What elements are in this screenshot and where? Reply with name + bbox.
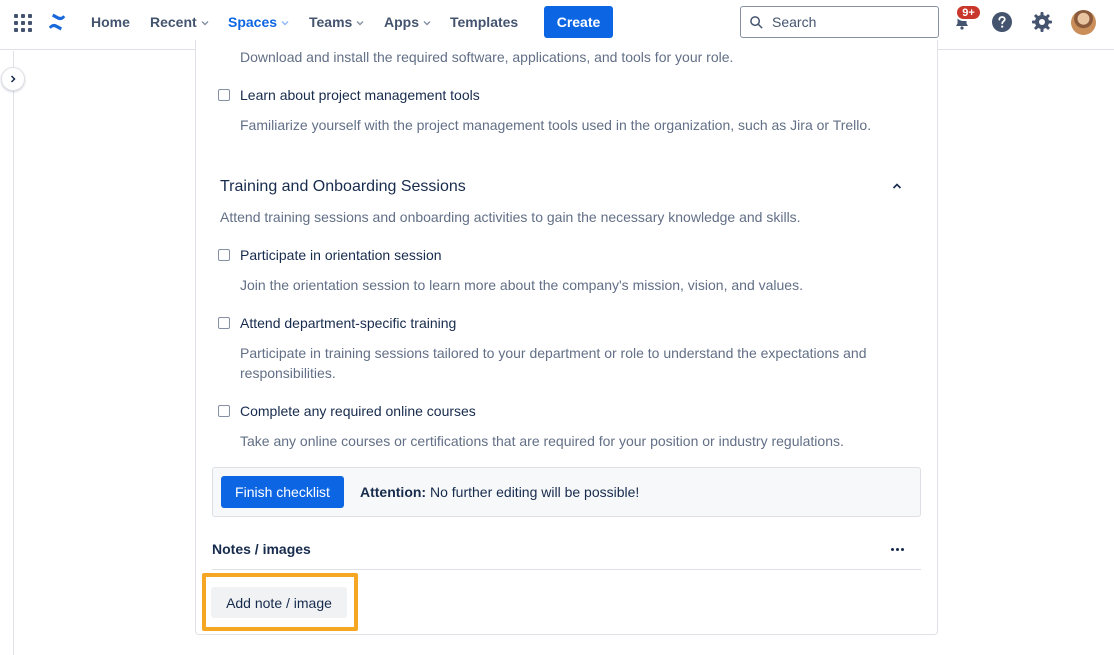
nav-templates-label: Templates xyxy=(450,14,519,30)
nav-apps[interactable]: Apps xyxy=(384,0,432,44)
nav-spaces-label: Spaces xyxy=(228,14,278,30)
divider xyxy=(212,569,921,570)
checklist-item-description: Join the orientation session to learn mo… xyxy=(240,277,803,293)
checkbox[interactable] xyxy=(218,405,230,417)
notification-count-badge: 9+ xyxy=(955,4,982,21)
chevron-down-icon xyxy=(423,20,431,25)
create-button[interactable]: Create xyxy=(544,6,613,38)
checklist-item-label: Attend department-specific training xyxy=(240,315,457,331)
search-input[interactable] xyxy=(772,14,922,30)
chevron-right-icon xyxy=(10,75,16,83)
section-description: Attend training sessions and onboarding … xyxy=(220,209,801,225)
nav-recent[interactable]: Recent xyxy=(150,0,210,44)
checkbox[interactable] xyxy=(218,89,230,101)
nav-recent-label: Recent xyxy=(150,14,197,30)
confluence-logo-icon[interactable] xyxy=(46,11,68,33)
avatar[interactable] xyxy=(1071,10,1096,35)
checklist-item-description: Download and install the required softwa… xyxy=(240,49,734,65)
add-note-image-button[interactable]: Add note / image xyxy=(211,587,347,618)
checklist-item-label: Complete any required online courses xyxy=(240,403,476,419)
checkbox[interactable] xyxy=(218,317,230,329)
nav-home[interactable]: Home xyxy=(91,0,130,44)
checklist-item-label: Participate in orientation session xyxy=(240,247,442,263)
section-title: Training and Onboarding Sessions xyxy=(220,178,466,195)
help-icon xyxy=(992,12,1012,32)
more-options-button[interactable] xyxy=(886,538,908,560)
chevron-down-icon xyxy=(201,20,209,25)
settings-button[interactable] xyxy=(1029,9,1055,35)
checklist-item-label: Learn about project management tools xyxy=(240,87,480,103)
search-box[interactable] xyxy=(740,6,939,38)
expand-sidebar-button[interactable] xyxy=(1,67,25,91)
attention-text: No further editing will be possible! xyxy=(426,484,640,500)
help-button[interactable] xyxy=(989,9,1015,35)
nav-templates[interactable]: Templates xyxy=(450,0,518,44)
checklist-item-description: Participate in training sessions tailore… xyxy=(240,345,867,381)
checklist-item-description: Familiarize yourself with the project ma… xyxy=(240,117,872,133)
finish-checklist-button[interactable]: Finish checklist xyxy=(221,476,344,508)
more-dot xyxy=(900,547,904,551)
app-switcher-icon[interactable] xyxy=(13,13,33,33)
sidebar-rail xyxy=(0,51,14,655)
settings-gear-icon xyxy=(1032,12,1052,32)
checkbox[interactable] xyxy=(218,249,230,261)
nav-teams[interactable]: Teams xyxy=(309,0,365,44)
more-dot xyxy=(895,547,899,551)
chevron-down-icon xyxy=(281,20,289,25)
chevron-up-icon xyxy=(892,183,902,189)
nav-teams-label: Teams xyxy=(309,14,353,30)
nav-apps-label: Apps xyxy=(384,14,419,30)
attention-label: Attention: xyxy=(360,484,427,500)
nav-home-label: Home xyxy=(91,14,130,30)
checklist-item-description: Take any online courses or certification… xyxy=(240,433,844,449)
section-collapse-button[interactable] xyxy=(888,177,906,195)
nav-spaces[interactable]: Spaces xyxy=(228,0,291,49)
chevron-down-icon xyxy=(356,20,364,25)
search-icon xyxy=(750,15,763,29)
more-dot xyxy=(890,547,894,551)
notes-title: Notes / images xyxy=(212,541,311,557)
attention-message: Attention: No further editing will be po… xyxy=(360,484,639,500)
